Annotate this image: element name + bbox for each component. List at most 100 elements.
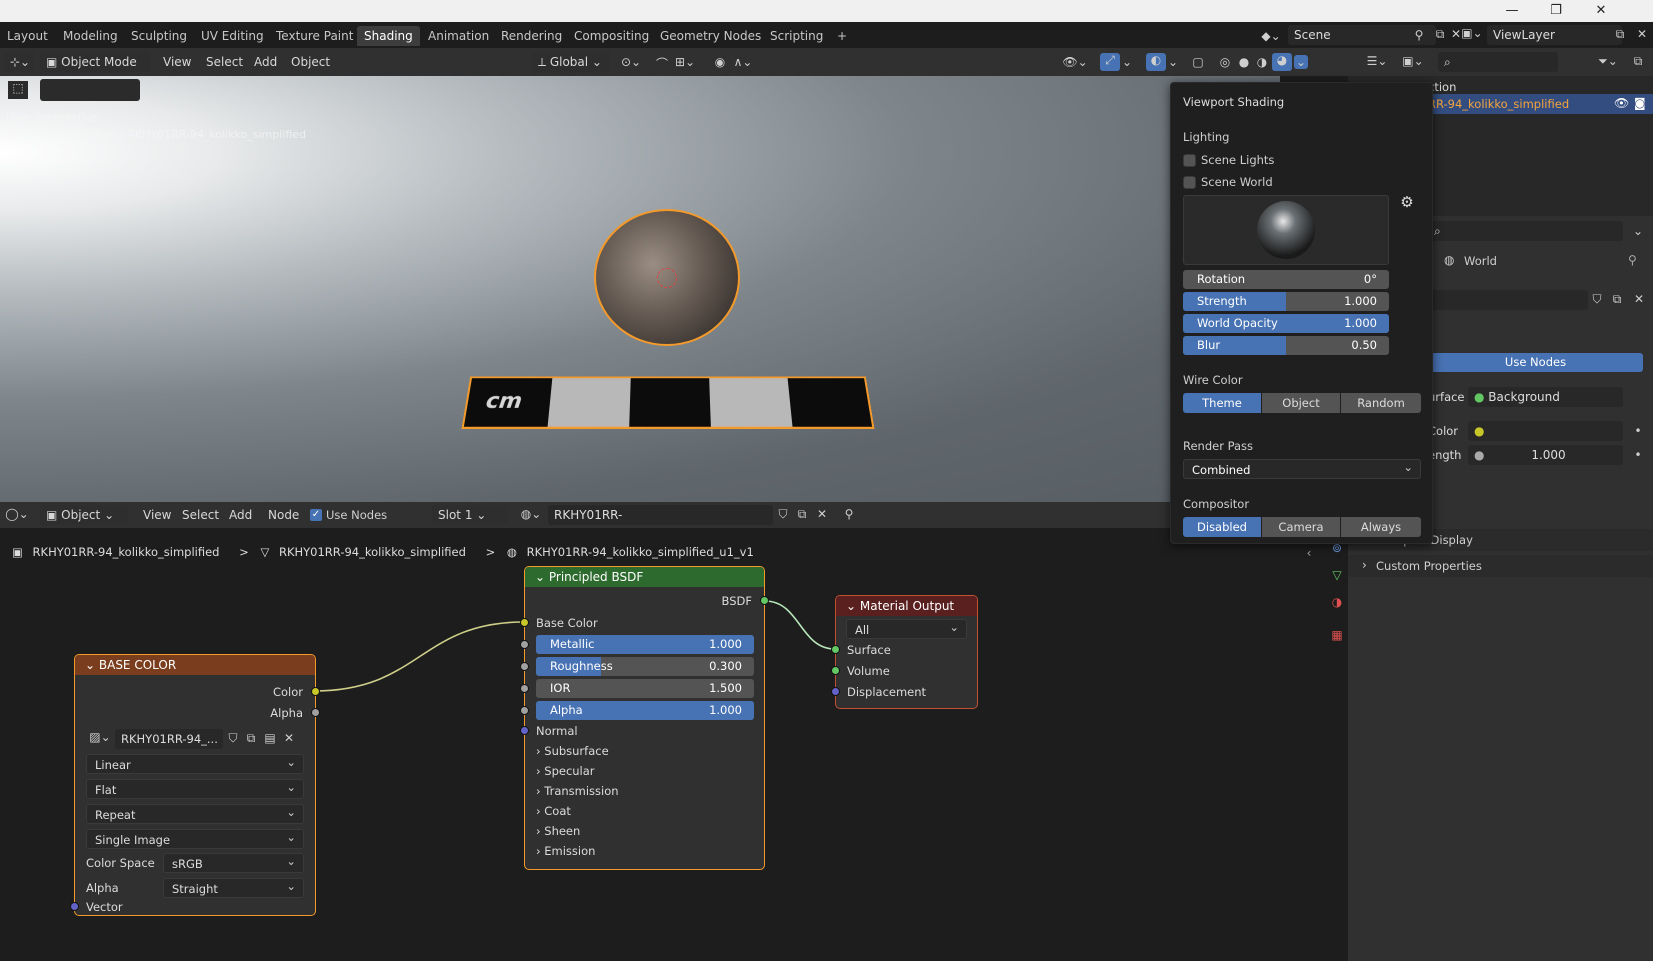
panel-subsurface[interactable]: › Subsurface xyxy=(536,742,609,760)
menu-add[interactable]: Add xyxy=(223,505,258,525)
scene-icon[interactable]: ◆⌄ xyxy=(1258,26,1284,46)
camera-icon[interactable]: ◙ xyxy=(1634,96,1646,110)
image-browse-icon[interactable]: ▨⌄ xyxy=(87,730,113,744)
menu-select[interactable]: Select xyxy=(200,52,249,72)
alpha-slider[interactable]: Alpha 1.000 xyxy=(536,701,754,720)
xray-icon[interactable]: ▢ xyxy=(1190,55,1206,69)
source-dropdown[interactable]: Single Image xyxy=(86,827,304,849)
bsdf-node-header[interactable]: ⌄ Principled BSDF xyxy=(525,567,764,587)
menu-object[interactable]: Object xyxy=(285,52,336,72)
fake-user-icon[interactable]: ⛉ xyxy=(775,507,791,522)
gizmo-icon[interactable]: ⤢ xyxy=(1100,53,1120,71)
color-field[interactable]: ● xyxy=(1468,421,1623,441)
outliner-filter-mode-icon[interactable]: ▣⌄ xyxy=(1400,54,1426,68)
snap-target-icon[interactable]: ⊞⌄ xyxy=(672,55,698,69)
shading-dropdown-icon[interactable]: ⌄ xyxy=(1294,55,1308,69)
wireframe-shading-icon[interactable]: ◎ xyxy=(1217,55,1233,69)
rendered-shading-icon[interactable]: ◕ xyxy=(1272,53,1292,71)
material-output-node[interactable]: ⌄ Material Output All Surface Volume Dis… xyxy=(831,595,978,709)
duplicate-icon[interactable]: ⧉ xyxy=(1608,292,1626,307)
image-texture-node[interactable]: ⌄ BASE COLOR Color Alpha ▨⌄ RKHY01RR-94_… xyxy=(70,654,320,916)
scene-world-checkbox[interactable] xyxy=(1183,176,1196,189)
panel-transmission[interactable]: › Transmission xyxy=(536,782,619,800)
interpolation-dropdown[interactable]: Linear xyxy=(86,752,304,774)
pin-icon[interactable]: ⚲ xyxy=(1628,253,1637,267)
3d-viewport[interactable]: ⬚ User Perspective (1) Scene Collection … xyxy=(0,76,1280,502)
use-nodes-checkbox[interactable]: ✓ xyxy=(310,509,322,521)
strength-field[interactable]: ● 1.000 xyxy=(1468,445,1623,465)
texture-tab-icon[interactable]: ▦ xyxy=(1329,628,1345,642)
slot-dropdown[interactable]: Slot 1 ⌄ xyxy=(432,505,508,525)
compositor-disabled-button[interactable]: Disabled xyxy=(1183,517,1261,537)
color-output-socket[interactable] xyxy=(311,687,320,696)
ior-slider[interactable]: IOR 1.500 xyxy=(536,679,754,698)
new-collection-icon[interactable]: ⧉ xyxy=(1630,54,1646,69)
tab-geometry-nodes[interactable]: Geometry Nodes xyxy=(653,26,768,46)
node-editor[interactable]: ▣ RKHY01RR-94_kolikko_simplified > ▽ RKH… xyxy=(0,502,1321,961)
tab-compositing[interactable]: Compositing xyxy=(567,26,656,46)
normal-socket[interactable] xyxy=(520,726,529,735)
bsdf-output-socket[interactable] xyxy=(760,596,769,605)
scale-bar-object[interactable]: cm xyxy=(461,376,875,429)
keyframe-icon[interactable]: • xyxy=(1633,424,1643,438)
editor-type-icon[interactable]: ◯⌄ xyxy=(4,507,30,521)
blur-slider[interactable]: Blur 0.50 xyxy=(1183,336,1389,355)
open-image-icon[interactable]: ▤ xyxy=(262,731,278,745)
menu-add[interactable]: Add xyxy=(248,52,283,72)
wire-theme-button[interactable]: Theme xyxy=(1183,393,1261,413)
shader-type-dropdown[interactable]: ▣ Object ⌄ xyxy=(40,505,128,525)
filter-icon[interactable]: ⏷⌄ xyxy=(1596,54,1620,69)
render-pass-dropdown[interactable]: Combined xyxy=(1183,457,1421,479)
properties-search[interactable]: ⌕ xyxy=(1428,221,1623,241)
image-name-field[interactable]: RKHY01RR-94_... xyxy=(115,729,223,749)
overlays-icon[interactable]: ◐ xyxy=(1146,53,1166,71)
proportional-edit-icon[interactable]: ◉ xyxy=(710,55,730,69)
surface-field[interactable]: ● Background xyxy=(1468,387,1623,407)
eye-icon[interactable]: 👁 xyxy=(1614,96,1629,110)
material-shading-icon[interactable]: ◑ xyxy=(1254,55,1270,69)
fake-user-icon[interactable]: ⛉ xyxy=(225,731,241,746)
gizmo-dropdown-icon[interactable]: ⌄ xyxy=(1120,55,1134,69)
maximize-button[interactable]: ❐ xyxy=(1541,2,1571,20)
outliner-selected-row[interactable]: RR-94_kolikko_simplified 👁 ◙ xyxy=(1424,94,1653,114)
alpha-socket[interactable] xyxy=(520,706,529,715)
material-browse-icon[interactable]: ◍⌄ xyxy=(518,507,544,521)
panel-sheen[interactable]: › Sheen xyxy=(536,822,580,840)
displacement-socket[interactable] xyxy=(831,687,840,696)
menu-view[interactable]: View xyxy=(157,52,197,72)
metallic-socket[interactable] xyxy=(520,640,529,649)
outliner-display-icon[interactable]: ☰⌄ xyxy=(1364,54,1390,68)
pin-icon[interactable]: ⚲ xyxy=(841,507,857,521)
world-opacity-slider[interactable]: World Opacity 1.000 xyxy=(1183,314,1389,333)
hdri-preview[interactable] xyxy=(1183,195,1389,265)
editor-type-icon[interactable]: ⊹⌄ xyxy=(4,52,34,72)
keyframe-icon[interactable]: • xyxy=(1633,448,1643,462)
world-datablock-field[interactable] xyxy=(1428,290,1588,310)
surface-socket[interactable] xyxy=(831,645,840,654)
alpha-output-socket[interactable] xyxy=(311,708,320,717)
pivot-icon[interactable]: ⊙⌄ xyxy=(618,55,644,69)
extension-dropdown[interactable]: Repeat xyxy=(86,802,304,824)
material-tab-icon[interactable]: ◑ xyxy=(1329,595,1345,609)
view-layer-field[interactable]: ViewLayer xyxy=(1487,25,1622,45)
panel-emission[interactable]: › Emission xyxy=(536,842,595,860)
menu-node[interactable]: Node xyxy=(262,505,305,525)
tab-shading[interactable]: Shading xyxy=(357,26,420,46)
custom-properties-panel[interactable]: › Custom Properties xyxy=(1348,555,1653,577)
properties-options-icon[interactable]: ⌄ xyxy=(1630,224,1646,238)
snap-icon[interactable]: ⌒ xyxy=(652,55,672,72)
transform-orientation-dropdown[interactable]: ⟂ Global ⌄ xyxy=(532,52,610,72)
principled-bsdf-node[interactable]: ⌄ Principled BSDF BSDF Base Color Metall… xyxy=(520,566,769,870)
view-layer-icon[interactable]: ▣⌄ xyxy=(1459,26,1485,40)
overlays-dropdown-icon[interactable]: ⌄ xyxy=(1166,55,1180,69)
unlink-material-icon[interactable]: ✕ xyxy=(814,507,830,521)
image-node-header[interactable]: ⌄ BASE COLOR xyxy=(75,655,315,675)
output-node-header[interactable]: ⌄ Material Output xyxy=(836,596,977,616)
volume-socket[interactable] xyxy=(831,666,840,675)
object-mode-dropdown[interactable]: ▣ Object Mode ⌄ xyxy=(40,52,150,89)
data-tab-icon[interactable]: ▽ xyxy=(1329,568,1345,582)
base-color-socket[interactable] xyxy=(520,618,529,627)
render-target-dropdown[interactable]: All xyxy=(846,617,967,639)
color-space-dropdown[interactable]: sRGB xyxy=(163,851,304,873)
roughness-socket[interactable] xyxy=(520,662,529,671)
